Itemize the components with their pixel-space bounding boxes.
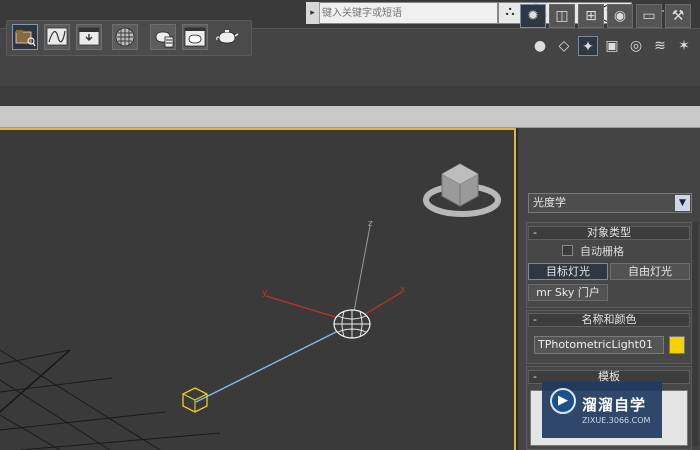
folder-icon [15,30,36,47]
ribbon-area [0,86,700,106]
free-light-button[interactable]: 自由灯光 [610,263,690,280]
target-light-button[interactable]: 目标灯光 [528,263,608,280]
collapse-icon: - [533,226,537,239]
watermark-title: 溜溜自学 [582,396,647,414]
search-input[interactable] [322,3,494,23]
name-color-header[interactable]: - 名称和颜色 [528,313,690,327]
object-color-swatch[interactable] [669,336,685,354]
object-name-field[interactable]: TPhotometricLight01 [534,336,664,354]
watermark-logo-icon: ▶ [550,388,576,414]
material-editor-button[interactable] [112,24,138,50]
chevron-down-icon[interactable]: ▼ [675,195,690,211]
viewcube [423,163,501,217]
teapot-setup-icon [155,31,174,48]
lights-icon[interactable]: ✦ [578,36,598,56]
x-axis-label: x [400,285,406,295]
create-tab[interactable]: ✹ [520,4,546,28]
render-setup-button[interactable] [150,24,176,50]
perspective-viewport[interactable]: z y x [0,128,516,450]
viewport-scene: z y x [0,163,501,450]
command-panel-scrollbar[interactable] [692,222,698,446]
home-grid [0,349,221,450]
light-category-select[interactable]: 光度学 [528,193,692,213]
geometry-icon[interactable]: ● [530,36,550,56]
hierarchy-tab[interactable]: ⊞ [578,4,604,28]
teapot-icon [216,30,239,44]
curve-editor-icon [46,27,68,46]
object-type-title: 对象类型 [587,226,631,239]
light-target-line [195,323,353,403]
viewport-layout-bar [0,106,700,128]
watermark-url: ZIXUE.3066.COM [582,416,651,425]
light-target-box[interactable] [182,387,208,413]
autogrid-checkbox[interactable] [562,245,573,256]
material-editor-icon [115,27,135,47]
collapse-icon: - [533,370,537,383]
dope-sheet-button[interactable] [76,24,102,50]
utilities-tab[interactable]: ⚒ [665,4,691,28]
collapse-icon: - [533,313,537,326]
scene-explorer-button[interactable] [12,24,38,50]
binoculars-icon[interactable]: ⛬ [500,3,520,21]
systems-icon[interactable]: ✶ [674,36,694,56]
display-tab[interactable]: ▭ [636,4,662,28]
z-axis-label: z [368,219,373,229]
modify-tab[interactable]: ◫ [549,4,575,28]
photometric-light-icon[interactable] [333,309,371,339]
cameras-icon[interactable]: ▣ [602,36,622,56]
space-warps-icon[interactable]: ≋ [650,36,670,56]
rendered-frame-window-button[interactable] [182,24,208,50]
name-color-title: 名称和颜色 [581,313,637,326]
mr-sky-portal-button[interactable]: mr Sky 门户 [528,284,608,301]
rendered-frame-icon [184,27,206,47]
shapes-icon[interactable]: ◇ [554,36,574,56]
search-expand-arrow[interactable]: ▸ [306,2,320,24]
curve-editor-button[interactable] [44,24,70,50]
helpers-icon[interactable]: ◎ [626,36,646,56]
object-type-header[interactable]: - 对象类型 [528,226,690,240]
render-production-button[interactable] [214,24,240,50]
autogrid-label: 自动栅格 [580,245,624,258]
y-axis-label: y [262,288,268,298]
dope-sheet-icon [78,27,100,46]
motion-tab[interactable]: ◉ [607,4,633,28]
